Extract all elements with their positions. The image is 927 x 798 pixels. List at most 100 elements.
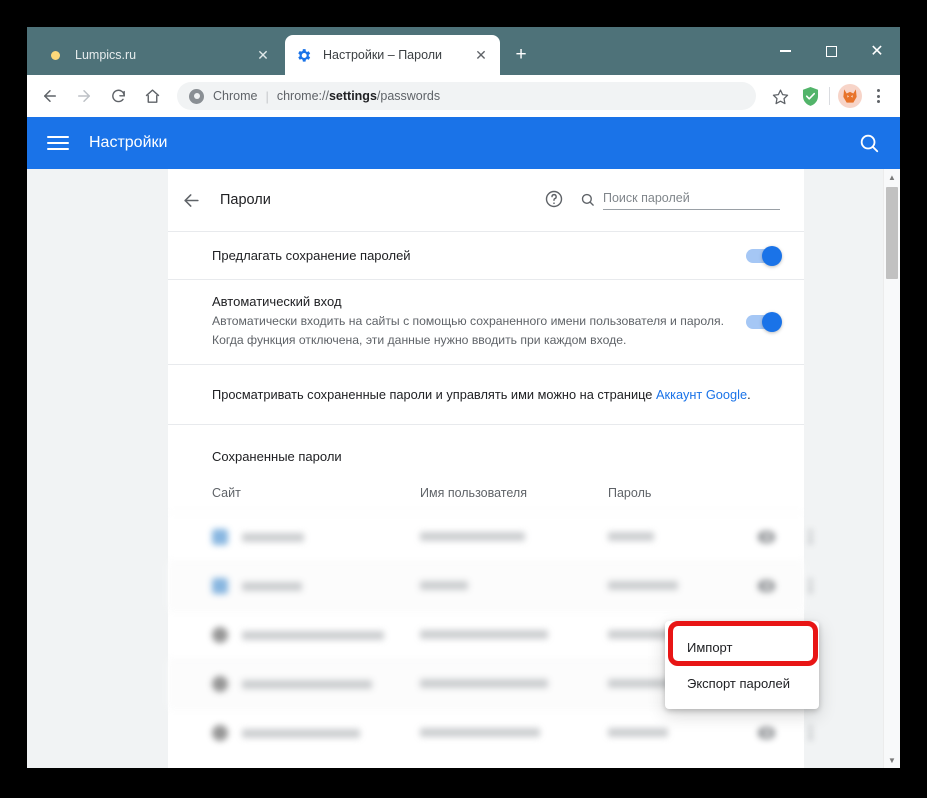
more-vertical-icon[interactable] xyxy=(797,530,823,544)
search-input[interactable]: Поиск паролей xyxy=(603,191,780,210)
row-password-cell xyxy=(608,577,758,595)
tab-title: Lumpics.ru xyxy=(75,48,137,62)
new-tab-button[interactable]: + xyxy=(510,45,532,67)
row-site-value xyxy=(242,532,304,542)
notice-text-after: . xyxy=(747,387,751,402)
browser-window: Lumpics.ru ✕ Настройки – Пароли ✕ + ✕ Ch… xyxy=(27,27,900,768)
tab-strip: Lumpics.ru ✕ Настройки – Пароли ✕ + ✕ xyxy=(27,27,900,75)
row-password-value xyxy=(608,630,670,639)
column-header-site: Сайт xyxy=(212,486,241,500)
omnibox-scheme-label: Chrome xyxy=(213,89,258,103)
close-icon[interactable]: ✕ xyxy=(472,46,490,64)
star-icon[interactable] xyxy=(766,82,794,110)
row-password-cell xyxy=(608,724,758,742)
maximize-button[interactable] xyxy=(808,27,854,75)
saved-passwords-heading-row: Сохраненные пароли xyxy=(168,424,804,474)
close-window-button[interactable]: ✕ xyxy=(854,27,900,75)
sun-icon xyxy=(47,47,64,64)
close-icon[interactable]: ✕ xyxy=(254,46,272,64)
passwords-table-header: Сайт Имя пользователя Пароль xyxy=(168,474,804,512)
passwords-header: Пароли Поиск паролей xyxy=(168,169,804,231)
site-favicon-icon xyxy=(212,725,228,741)
settings-title: Настройки xyxy=(89,134,168,151)
row-site-cell xyxy=(212,627,420,643)
row-username-value xyxy=(420,630,548,639)
menu-item-export[interactable]: Экспорт паролей xyxy=(665,665,819,701)
tab-title: Настройки – Пароли xyxy=(323,48,443,62)
eye-icon[interactable] xyxy=(758,580,775,592)
screenshot-root: Lumpics.ru ✕ Настройки – Пароли ✕ + ✕ Ch… xyxy=(0,0,927,798)
settings-app-bar: Настройки xyxy=(27,117,900,169)
search-icon[interactable] xyxy=(858,132,880,154)
row-site-cell xyxy=(212,529,420,545)
setting-description: Автоматически входить на сайты с помощью… xyxy=(212,314,725,347)
row-username-value xyxy=(420,728,540,737)
scroll-up-arrow-icon[interactable]: ▲ xyxy=(884,169,900,185)
window-controls: ✕ xyxy=(762,27,900,75)
url-prefix: chrome:// xyxy=(276,89,329,103)
row-username-value xyxy=(420,679,548,688)
google-account-notice: Просматривать сохраненные пароли и управ… xyxy=(168,364,804,424)
column-header-password: Пароль xyxy=(608,486,652,500)
scroll-down-arrow-icon[interactable]: ▼ xyxy=(884,752,900,768)
back-icon[interactable] xyxy=(35,81,65,111)
setting-label: Предлагать сохранение паролей xyxy=(212,248,411,263)
forward-icon xyxy=(69,81,99,111)
row-username-value xyxy=(420,532,525,541)
hamburger-menu-icon[interactable] xyxy=(47,136,69,150)
profile-avatar[interactable] xyxy=(838,84,862,108)
eye-icon[interactable] xyxy=(758,531,775,543)
scrollbar-thumb[interactable] xyxy=(886,187,898,279)
tab-lumpics[interactable]: Lumpics.ru ✕ xyxy=(37,35,282,75)
more-vertical-icon[interactable] xyxy=(797,726,823,740)
search-icon xyxy=(580,192,595,207)
password-search[interactable]: Поиск паролей xyxy=(580,191,780,210)
toggle-auto-signin[interactable] xyxy=(746,312,782,332)
row-site-value xyxy=(242,728,360,738)
row-password-cell xyxy=(608,528,758,546)
row-username-value xyxy=(420,581,468,590)
row-password-value xyxy=(608,679,670,688)
omnibox-separator: | xyxy=(265,88,269,104)
address-bar[interactable]: Chrome | chrome://settings/passwords xyxy=(177,82,756,110)
page-scrollbar[interactable]: ▲ ▼ xyxy=(883,169,900,768)
more-vertical-icon[interactable] xyxy=(797,579,823,593)
minimize-button[interactable] xyxy=(762,27,808,75)
row-site-cell xyxy=(212,725,420,741)
column-header-actions xyxy=(758,486,780,500)
url-bold: settings xyxy=(328,89,377,103)
eye-icon[interactable] xyxy=(758,727,775,739)
row-site-value xyxy=(242,630,384,640)
table-row[interactable] xyxy=(168,561,812,610)
chrome-logo-icon xyxy=(189,88,204,104)
row-actions xyxy=(758,579,823,593)
row-username-cell xyxy=(420,626,608,644)
site-favicon-icon xyxy=(212,578,228,594)
toggle-offer-save-passwords[interactable] xyxy=(746,245,782,266)
row-username-cell xyxy=(420,577,608,595)
toolbar-divider xyxy=(829,87,830,105)
adguard-shield-icon[interactable] xyxy=(796,82,824,110)
table-row[interactable] xyxy=(168,512,812,561)
setting-row-auto-signin[interactable]: Автоматический вход Автоматически входит… xyxy=(168,279,804,364)
reload-icon[interactable] xyxy=(103,81,133,111)
row-username-cell xyxy=(420,724,608,742)
row-password-value xyxy=(608,581,678,590)
help-circle-icon[interactable] xyxy=(544,189,566,211)
row-site-value xyxy=(242,581,302,591)
table-row[interactable] xyxy=(168,708,812,757)
home-icon[interactable] xyxy=(137,81,167,111)
column-header-username: Имя пользователя xyxy=(420,486,527,500)
site-favicon-icon xyxy=(212,529,228,545)
row-username-cell xyxy=(420,675,608,693)
row-password-value xyxy=(608,728,668,737)
row-actions xyxy=(758,530,823,544)
notice-text-before: Просматривать сохраненные пароли и управ… xyxy=(212,387,656,402)
back-arrow-icon[interactable] xyxy=(178,187,204,213)
site-favicon-icon xyxy=(212,676,228,692)
tab-settings-passwords[interactable]: Настройки – Пароли ✕ xyxy=(285,35,500,75)
chrome-menu-icon[interactable] xyxy=(864,82,892,110)
setting-row-offer-save[interactable]: Предлагать сохранение паролей xyxy=(168,231,804,279)
row-site-value xyxy=(242,679,372,689)
google-account-link[interactable]: Аккаунт Google xyxy=(656,387,747,402)
